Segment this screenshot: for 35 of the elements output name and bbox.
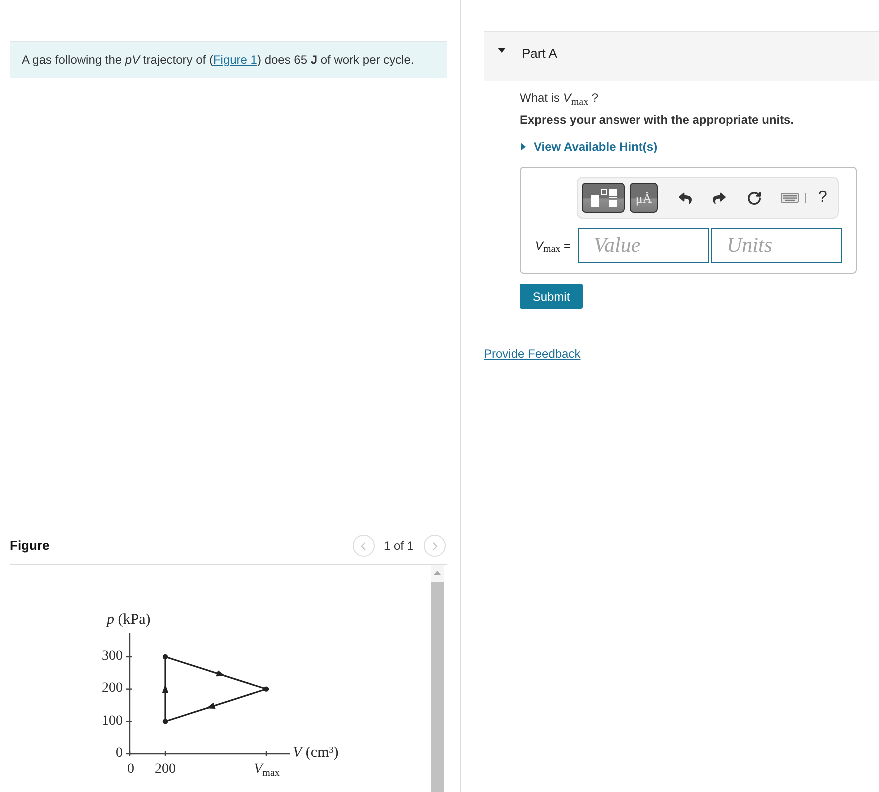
tick-label: 0	[128, 762, 134, 778]
figure-link[interactable]: Figure 1	[213, 53, 258, 67]
submit-button[interactable]: Submit	[520, 284, 583, 309]
tick-label: 100	[102, 714, 123, 730]
problem-statement: A gas following the pV trajectory of (Figure 1) does 65 J of work per cycle.	[22, 52, 414, 69]
part-title: Part A	[522, 46, 558, 61]
tick-label: 300	[102, 649, 123, 665]
feedback-link[interactable]: Provide Feedback	[484, 346, 581, 362]
keyboard-icon	[781, 193, 799, 203]
vertex-dot	[264, 686, 270, 692]
axis-label: p (kPa)	[107, 611, 151, 629]
template-icon	[590, 189, 616, 207]
units-field[interactable]: Units	[711, 228, 842, 263]
question-text: What is V$_{max}$ ?	[520, 90, 599, 106]
tick-label: V$_{max}$	[254, 761, 280, 779]
hint-toggle[interactable]: View Available Hint(s)	[521, 139, 658, 155]
variable-label: V$_{max}$ =	[535, 238, 571, 254]
redo-icon	[712, 192, 726, 204]
help-button[interactable]: ?	[813, 186, 833, 210]
part-header[interactable]: Part A	[484, 31, 879, 81]
undo-icon	[678, 192, 692, 204]
scroll-up-icon[interactable]	[434, 571, 441, 575]
value-field[interactable]: Value	[578, 228, 709, 263]
vertex-dot	[162, 719, 168, 724]
tick-label: 200	[102, 681, 123, 698]
figure-title: Figure	[10, 537, 50, 556]
vertex-dot	[162, 654, 168, 660]
pager-text: 1 of 1	[384, 538, 414, 555]
instruction-text: Express your answer with the appropriate units.	[520, 112, 794, 128]
axis-label: V (cm$^{3}$)	[293, 744, 339, 762]
units-button[interactable]: μÅ	[630, 183, 658, 213]
templates-button[interactable]	[582, 183, 625, 213]
tick-label: 200	[155, 762, 176, 778]
tick-label: 0	[116, 746, 123, 762]
reset-icon	[746, 190, 762, 206]
